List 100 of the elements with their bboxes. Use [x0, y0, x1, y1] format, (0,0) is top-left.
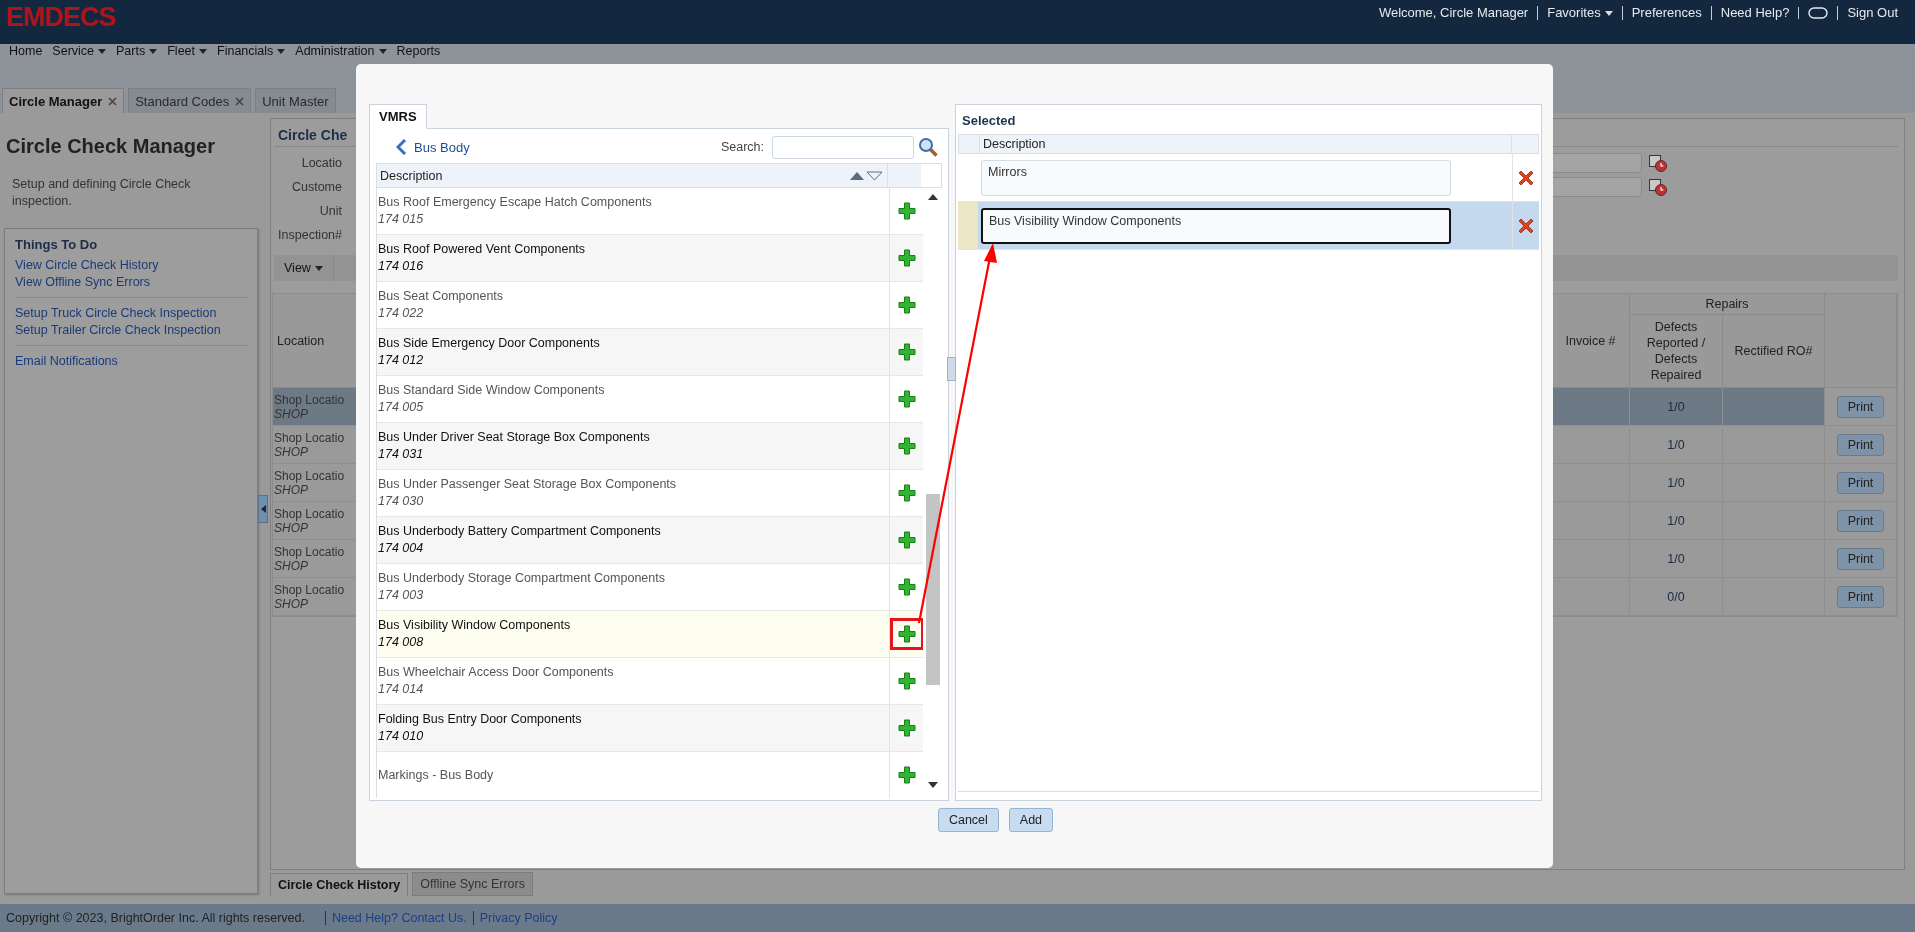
print-button[interactable]: Print	[1836, 509, 1885, 532]
item-code: 174 008	[378, 634, 425, 651]
column-header: Defects Reported / Defects Repaired	[1630, 315, 1723, 388]
menu-item[interactable]: Parts	[111, 44, 163, 58]
bottom-tab[interactable]: Circle Check History	[270, 873, 409, 896]
favorites-menu[interactable]: Favorites	[1537, 6, 1622, 20]
item-code: 174 010	[378, 728, 425, 745]
defects-cell: 1/0	[1630, 426, 1723, 464]
view-menu[interactable]: View	[274, 255, 334, 281]
menu-item[interactable]: Fleet	[162, 44, 212, 58]
list-row[interactable]: Bus Visibility Window Components 174 008	[377, 611, 923, 658]
filter-label: Unit	[318, 204, 342, 218]
header-link[interactable]: Need Help?	[1710, 6, 1799, 20]
delete-icon[interactable]	[1517, 168, 1535, 187]
selected-row[interactable]: Bus Visibility Window Components	[958, 202, 1539, 250]
dialog-button[interactable]: Add	[1008, 808, 1054, 832]
item-code: 174 016	[378, 258, 425, 275]
item-code: 174 031	[378, 446, 425, 463]
calendar-clock-icon[interactable]	[1648, 177, 1668, 197]
plus-icon	[897, 484, 916, 502]
column-header: Description	[379, 167, 444, 185]
calendar-clock-icon[interactable]	[1648, 153, 1668, 173]
dialog-button[interactable]: Cancel	[937, 808, 999, 832]
section-title: Things To Do	[15, 237, 99, 252]
header-link[interactable]: Sign Out	[1837, 6, 1907, 20]
defects-cell: 0/0	[1630, 578, 1723, 616]
toggle-icon[interactable]	[1808, 7, 1829, 19]
menu-item[interactable]: Reports	[391, 44, 446, 58]
close-icon[interactable]	[235, 96, 245, 106]
print-button[interactable]: Print	[1836, 585, 1885, 608]
list-row[interactable]: Folding Bus Entry Door Components 174 010	[377, 705, 923, 752]
defects-cell: 1/0	[1630, 464, 1723, 502]
row-marker	[958, 202, 978, 249]
description-field[interactable]: Mirrors	[981, 159, 1451, 196]
item-name: Bus Visibility Window Components	[378, 617, 572, 634]
list-row[interactable]: Bus Under Driver Seat Storage Box Components 174 031	[377, 423, 923, 470]
column-group-header: Repairs	[1630, 294, 1825, 315]
dialog-tab[interactable]: VMRS	[369, 104, 427, 129]
plus-icon	[897, 625, 916, 643]
caret-icon	[199, 48, 207, 54]
item-name: Folding Bus Entry Door Components	[378, 711, 583, 728]
page-title: Circle Check Manager	[6, 135, 216, 158]
search-field[interactable]	[772, 135, 914, 159]
menu-item[interactable]: Home	[4, 44, 48, 58]
print-button[interactable]: Print	[1836, 433, 1885, 456]
header-link[interactable]: Preferences	[1621, 6, 1711, 20]
plus-icon	[897, 719, 916, 737]
search-icon[interactable]	[918, 137, 938, 157]
plus-icon	[897, 766, 916, 784]
scroll-down-icon[interactable]	[927, 782, 938, 788]
page-tab[interactable]: Circle Manager	[2, 88, 125, 113]
item-name: Bus Under Driver Seat Storage Box Components	[378, 429, 651, 446]
sort-icon[interactable]	[849, 170, 883, 181]
task-link[interactable]: Setup Trailer Circle Check Inspection	[15, 323, 247, 337]
list-row[interactable]: Bus Roof Powered Vent Components 174 016	[377, 235, 923, 282]
task-link[interactable]: Setup Truck Circle Check Inspection	[15, 306, 247, 320]
task-link[interactable]: View Circle Check History	[15, 258, 247, 272]
plus-icon	[897, 437, 916, 455]
close-icon[interactable]	[108, 96, 118, 106]
scrollbar-thumb[interactable]	[925, 494, 940, 685]
print-button[interactable]: Print	[1836, 471, 1885, 494]
page-description: Setup and defining Circle Check inspection.	[12, 176, 192, 210]
item-code: 174 012	[378, 352, 425, 369]
plus-icon	[897, 343, 916, 361]
page-tab[interactable]: Standard Codes	[128, 88, 252, 113]
print-button[interactable]: Print	[1836, 547, 1885, 570]
filter-label: Custome	[290, 180, 342, 194]
plus-icon	[897, 202, 916, 220]
item-code: 174 022	[378, 305, 425, 322]
task-link[interactable]: Email Notifications	[15, 354, 247, 368]
page-tab[interactable]: Unit Master	[255, 88, 336, 113]
item-name: Bus Wheelchair Access Door Components	[378, 664, 615, 681]
list-row[interactable]: Bus Side Emergency Door Components 174 012	[377, 329, 923, 376]
description-field[interactable]: Bus Visibility Window Components	[981, 207, 1451, 244]
scroll-up-icon[interactable]	[927, 194, 938, 200]
item-code: 174 004	[378, 540, 425, 557]
menu-item[interactable]: Financials	[212, 44, 291, 58]
delete-icon[interactable]	[1517, 216, 1535, 235]
logo: EMDECS	[6, 1, 116, 33]
list-row[interactable]: Bus Underbody Battery Compartment Components 174 004	[377, 517, 923, 564]
plus-icon	[897, 296, 916, 314]
task-link[interactable]: View Offline Sync Errors	[15, 275, 247, 289]
menu-item[interactable]: Service	[47, 44, 112, 58]
defects-cell: 1/0	[1630, 388, 1723, 426]
bottom-tab[interactable]: Offline Sync Errors	[412, 872, 533, 896]
copyright-text: Copyright © 2023, BrightOrder Inc. All rights reserved.	[6, 911, 305, 925]
caret-icon	[1604, 10, 1613, 16]
menu-item[interactable]: Administration	[290, 44, 392, 58]
expand-handle[interactable]	[947, 357, 956, 381]
plus-icon	[897, 531, 916, 549]
caret-icon	[149, 48, 158, 54]
selected-row[interactable]: Mirrors	[958, 154, 1539, 202]
collapse-handle[interactable]	[258, 494, 268, 523]
plus-icon	[897, 578, 916, 596]
item-code: 174 003	[378, 587, 425, 604]
print-button[interactable]: Print	[1836, 395, 1885, 418]
caret-icon	[314, 265, 323, 271]
item-name: Bus Roof Emergency Escape Hatch Components	[378, 194, 653, 211]
plus-icon	[897, 672, 916, 690]
filter-label: Locatio	[300, 156, 342, 170]
